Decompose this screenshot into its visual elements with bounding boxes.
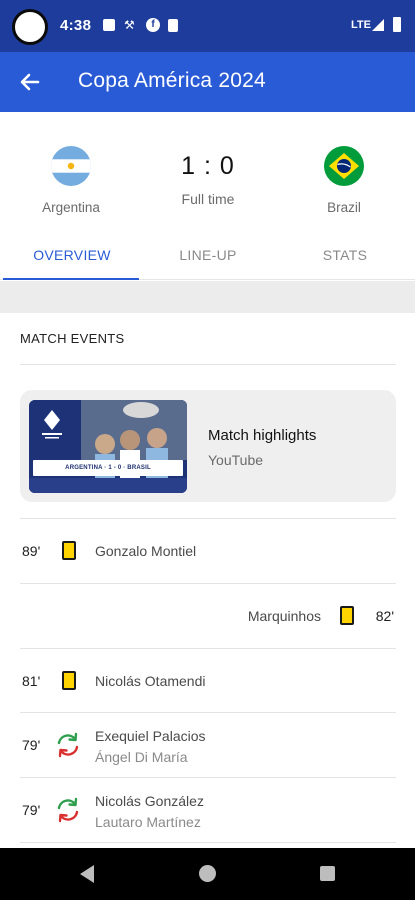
yellow-card-icon (340, 606, 354, 625)
event-minute: 89' (22, 543, 41, 559)
tool-icon: ⚒ (124, 18, 135, 32)
highlight-title: Match highlights (208, 427, 317, 444)
home-team[interactable]: Argentina (16, 146, 126, 215)
app-bar: Copa América 2024 (0, 52, 415, 112)
player-out: Lautaro Martínez (95, 814, 201, 830)
tab-overview[interactable]: OVERVIEW (3, 234, 141, 280)
match-score: 1 : 0 (181, 152, 235, 180)
substitution-icon (55, 732, 81, 758)
event-minute: 79' (22, 737, 41, 753)
match-event-row[interactable]: 79' Exequiel Palacios Ángel Di María (0, 713, 415, 777)
away-team[interactable]: Brazil (289, 146, 399, 215)
nav-home-icon[interactable] (199, 865, 216, 882)
signal-icon (372, 19, 384, 31)
event-player: Marquinhos (247, 608, 321, 624)
player-in: Exequiel Palacios (95, 728, 206, 744)
home-team-name: Argentina (42, 200, 100, 215)
match-highlights-card[interactable]: ARGENTINA · 1 - 0 · BRASIL Match highlig… (20, 390, 396, 502)
argentina-flag-icon (51, 146, 91, 186)
tab-stats[interactable]: STATS (276, 234, 414, 280)
event-player: Gonzalo Montiel (95, 543, 197, 559)
arrow-back-icon[interactable] (14, 66, 46, 98)
away-team-name: Brazil (327, 200, 361, 215)
event-minute: 82' (375, 608, 394, 624)
section-spacer (0, 281, 415, 313)
divider (20, 842, 396, 843)
tab-indicator (3, 278, 139, 280)
match-event-row[interactable]: 89' Gonzalo Montiel (0, 519, 415, 583)
tab-line-up[interactable]: LINE-UP (139, 234, 277, 280)
player-in: Nicolás González (95, 793, 204, 809)
facebook-icon: f (146, 18, 160, 32)
section-title: MATCH EVENTS (20, 331, 125, 346)
highlight-source: YouTube (208, 452, 264, 468)
event-player: Nicolás Otamendi (95, 673, 206, 689)
player-out: Ángel Di María (95, 749, 188, 765)
highlight-thumbnail: ARGENTINA · 1 - 0 · BRASIL (29, 400, 187, 493)
match-event-row[interactable]: Marquinhos 82' (0, 584, 415, 648)
status-time: 4:38 (60, 17, 92, 34)
yellow-card-icon (62, 541, 76, 560)
substitution-icon (55, 797, 81, 823)
nav-back-icon[interactable] (80, 865, 94, 883)
event-minute: 81' (22, 673, 41, 689)
match-event-row[interactable]: 79' Nicolás González Lautaro Martínez (0, 778, 415, 842)
camera-cutout (12, 9, 48, 45)
page-title: Copa América 2024 (78, 69, 266, 92)
nav-recents-icon[interactable] (320, 866, 335, 881)
yellow-card-icon (62, 671, 76, 690)
match-status: Full time (181, 191, 235, 207)
battery-icon (393, 17, 401, 32)
tab-bar: OVERVIEW LINE-UP STATS (0, 234, 415, 280)
match-event-row[interactable]: 81' Nicolás Otamendi (0, 649, 415, 713)
event-minute: 79' (22, 802, 41, 818)
thumbnail-score-bar: ARGENTINA · 1 - 0 · BRASIL (33, 460, 183, 476)
divider (20, 364, 396, 365)
tournament-logo (39, 408, 65, 442)
network-type: LTE (351, 19, 371, 31)
brazil-flag-icon (324, 146, 364, 186)
message-icon (103, 19, 115, 31)
sim-icon (168, 19, 178, 32)
status-bar: 4:38 ⚒ f LTE (0, 0, 415, 52)
system-nav-bar (0, 848, 415, 900)
